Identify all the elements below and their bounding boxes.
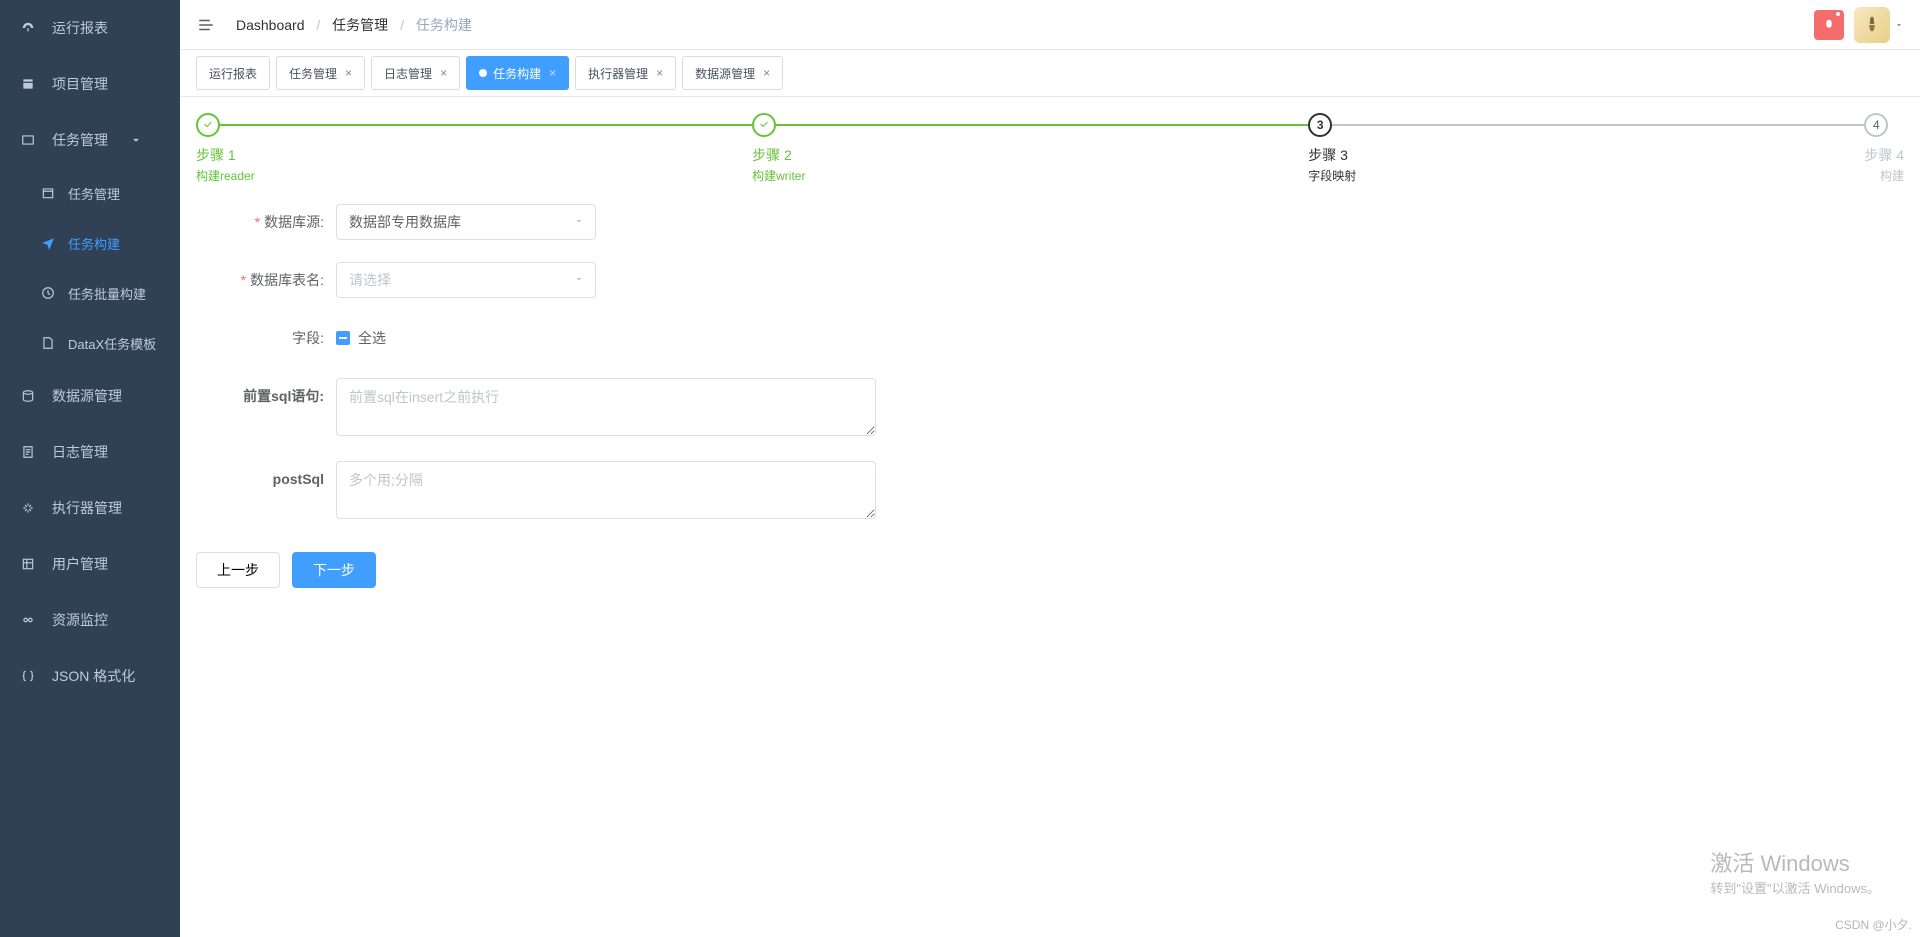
tab-report[interactable]: 运行报表 — [196, 56, 270, 90]
sidebar-item-label: 任务管理 — [52, 130, 108, 150]
sidebar-item-label: 运行报表 — [52, 18, 108, 38]
breadcrumb: Dashboard / 任务管理 / 任务构建 — [236, 15, 472, 35]
sidebar-sub-task-batch[interactable]: 任务批量构建 — [0, 268, 180, 318]
step-2: 步骤 2 构建writer — [752, 113, 1308, 184]
sidebar-sub-task-build[interactable]: 任务构建 — [0, 218, 180, 268]
calendar-icon — [40, 185, 56, 201]
close-icon[interactable]: × — [549, 66, 556, 80]
datasource-icon — [20, 388, 36, 404]
steps: 步骤 1 构建reader 步骤 2 构建writer 3 步骤 3 字段映射 … — [196, 113, 1904, 184]
db-source-label: *数据库源: — [196, 204, 336, 240]
active-dot-icon — [479, 69, 487, 77]
sidebar-item-label: 项目管理 — [52, 74, 108, 94]
plane-icon — [40, 235, 56, 251]
prev-button[interactable]: 上一步 — [196, 552, 280, 588]
monitor-icon — [20, 612, 36, 628]
close-icon[interactable]: × — [763, 66, 770, 80]
project-icon — [20, 76, 36, 92]
checkbox-indeterminate-icon — [336, 331, 350, 345]
sidebar-item-project[interactable]: 项目管理 — [0, 56, 180, 112]
caret-down-icon — [1894, 17, 1904, 33]
sidebar-item-label: 任务批量构建 — [68, 284, 146, 303]
close-icon[interactable]: × — [345, 66, 352, 80]
tab-task-build[interactable]: 任务构建× — [466, 56, 569, 90]
breadcrumb-root[interactable]: Dashboard — [236, 17, 305, 33]
sidebar-sub-task-manage[interactable]: 任务管理 — [0, 168, 180, 218]
check-icon — [202, 118, 214, 133]
step-4: 4 步骤 4 构建 — [1864, 113, 1904, 184]
sidebar-item-report[interactable]: 运行报表 — [0, 0, 180, 56]
db-table-label: *数据库表名: — [196, 262, 336, 298]
avatar — [1854, 7, 1890, 43]
executor-icon — [20, 500, 36, 516]
user-icon — [20, 556, 36, 572]
db-source-select[interactable]: 数据部专用数据库 — [336, 204, 596, 240]
sidebar-item-label: 用户管理 — [52, 554, 108, 574]
pre-sql-label: 前置sql语句: — [196, 378, 336, 414]
step-1: 步骤 1 构建reader — [196, 113, 752, 184]
breadcrumb-current: 任务构建 — [416, 17, 472, 33]
dashboard-icon — [20, 20, 36, 36]
post-sql-textarea[interactable] — [336, 461, 876, 519]
template-icon — [40, 335, 56, 351]
batch-icon — [40, 285, 56, 301]
sidebar-toggle[interactable] — [196, 15, 216, 35]
sidebar-item-label: JSON 格式化 — [52, 666, 135, 686]
sidebar: 运行报表 项目管理 任务管理 任务管理 任务构建 任务批量构建 DataX任务模… — [0, 0, 180, 937]
sidebar-sub-datax-template[interactable]: DataX任务模板 — [0, 318, 180, 368]
step-buttons: 上一步 下一步 — [196, 552, 1904, 588]
content: 步骤 1 构建reader 步骤 2 构建writer 3 步骤 3 字段映射 … — [180, 97, 1920, 604]
json-icon — [20, 668, 36, 684]
error-log-button[interactable] — [1814, 10, 1844, 40]
user-menu[interactable] — [1854, 7, 1904, 43]
sidebar-item-task[interactable]: 任务管理 — [0, 112, 180, 168]
tab-executor[interactable]: 执行器管理× — [575, 56, 676, 90]
sidebar-item-label: 任务管理 — [68, 184, 120, 203]
breadcrumb-parent[interactable]: 任务管理 — [332, 17, 388, 33]
tab-datasource[interactable]: 数据源管理× — [682, 56, 783, 90]
close-icon[interactable]: × — [656, 66, 663, 80]
select-all-checkbox[interactable]: 全选 — [336, 320, 1096, 356]
sidebar-item-executor[interactable]: 执行器管理 — [0, 480, 180, 536]
close-icon[interactable]: × — [440, 66, 447, 80]
tab-task-manage[interactable]: 任务管理× — [276, 56, 365, 90]
notification-dot — [1836, 12, 1840, 16]
sidebar-item-log[interactable]: 日志管理 — [0, 424, 180, 480]
chevron-down-icon — [573, 214, 585, 230]
sidebar-item-monitor[interactable]: 资源监控 — [0, 592, 180, 648]
sidebar-item-label: 数据源管理 — [52, 386, 122, 406]
post-sql-label: postSql — [196, 461, 336, 497]
sidebar-item-user[interactable]: 用户管理 — [0, 536, 180, 592]
sidebar-item-label: DataX任务模板 — [68, 334, 156, 353]
next-button[interactable]: 下一步 — [292, 552, 376, 588]
step-3: 3 步骤 3 字段映射 — [1308, 113, 1864, 184]
sidebar-item-label: 资源监控 — [52, 610, 108, 630]
tabs: 运行报表 任务管理× 日志管理× 任务构建× 执行器管理× 数据源管理× — [180, 50, 1920, 97]
fields-label: 字段: — [196, 320, 336, 356]
sidebar-item-datasource[interactable]: 数据源管理 — [0, 368, 180, 424]
topbar: Dashboard / 任务管理 / 任务构建 — [180, 0, 1920, 50]
tab-log[interactable]: 日志管理× — [371, 56, 460, 90]
log-icon — [20, 444, 36, 460]
pre-sql-textarea[interactable] — [336, 378, 876, 436]
task-icon — [20, 132, 36, 148]
chevron-down-icon — [573, 272, 585, 288]
main: Dashboard / 任务管理 / 任务构建 — [180, 0, 1920, 937]
check-icon — [758, 118, 770, 133]
sidebar-item-json[interactable]: JSON 格式化 — [0, 648, 180, 704]
db-table-select[interactable]: 请选择 — [336, 262, 596, 298]
sidebar-item-label: 任务构建 — [68, 234, 120, 253]
sidebar-item-label: 日志管理 — [52, 442, 108, 462]
chevron-down-icon — [128, 132, 144, 148]
build-writer-form: *数据库源: 数据部专用数据库 *数据库表名: 请选择 — [196, 204, 1096, 522]
sidebar-item-label: 执行器管理 — [52, 498, 122, 518]
